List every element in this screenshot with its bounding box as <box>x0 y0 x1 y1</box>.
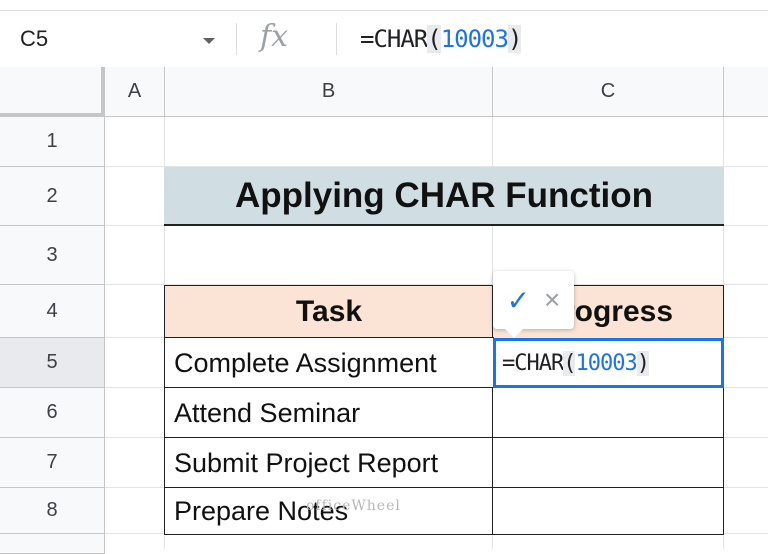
dismiss-close-icon[interactable]: × <box>544 284 560 316</box>
row-header-7[interactable]: 7 <box>0 438 105 488</box>
row-header-1[interactable]: 1 <box>0 117 105 167</box>
row-header-4[interactable]: 4 <box>0 285 105 338</box>
task-cell[interactable]: Complete Assignment <box>164 337 494 389</box>
row-header-3[interactable]: 3 <box>0 226 105 285</box>
accept-check-icon[interactable]: ✓ <box>507 284 530 317</box>
fx-icon: fx <box>260 19 289 54</box>
task-cell[interactable]: Attend Seminar <box>164 387 494 439</box>
name-box[interactable]: C5 <box>0 11 232 67</box>
header-task[interactable]: Task <box>164 285 494 339</box>
sheet-title[interactable]: Applying CHAR Function <box>164 167 724 226</box>
column-header-c[interactable]: C <box>493 67 724 117</box>
column-header-b[interactable]: B <box>165 67 493 117</box>
dropdown-arrow-icon[interactable] <box>203 38 215 44</box>
progress-cell[interactable] <box>492 387 724 439</box>
watermark-logo: officeWheel <box>306 498 401 514</box>
task-cell[interactable]: Submit Project Report <box>164 437 494 489</box>
formula-bar: C5 fx =CHAR(10003) <box>0 10 768 68</box>
row-header-2[interactable]: 2 <box>0 167 105 226</box>
active-cell-editor[interactable]: =CHAR(10003) <box>493 338 724 388</box>
progress-cell[interactable] <box>492 487 724 535</box>
formula-input[interactable]: =CHAR(10003) <box>360 25 522 53</box>
formula-bar-separator <box>336 23 337 55</box>
row-header-9[interactable] <box>0 534 105 554</box>
select-all-corner[interactable] <box>0 67 105 117</box>
formula-suggestion-popup: ✓ × <box>493 271 574 338</box>
name-box-text: C5 <box>20 26 49 51</box>
row-header-5[interactable]: 5 <box>0 338 105 388</box>
column-header-next[interactable] <box>724 67 768 117</box>
row-header-6[interactable]: 6 <box>0 388 105 438</box>
progress-cell[interactable] <box>492 437 724 489</box>
row-header-8[interactable]: 8 <box>0 488 105 534</box>
column-header-a[interactable]: A <box>105 67 165 117</box>
formula-bar-separator <box>236 23 237 55</box>
